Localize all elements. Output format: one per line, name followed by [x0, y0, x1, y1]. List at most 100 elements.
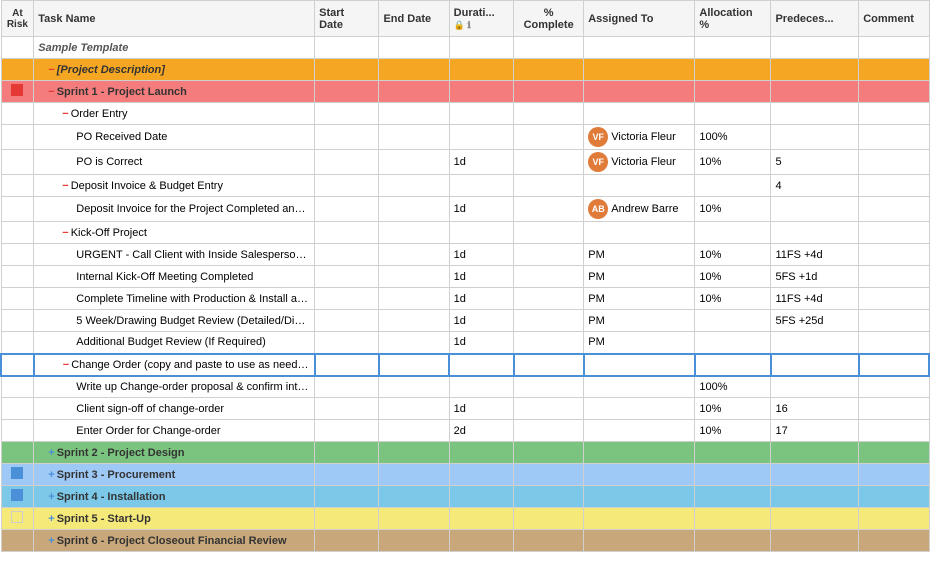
pred-cell — [771, 332, 859, 354]
avatar: VF — [588, 152, 608, 172]
end-date-cell — [379, 508, 449, 530]
task-name-cell[interactable]: −[Project Description] — [34, 59, 315, 81]
task-name-cell[interactable]: +Sprint 2 - Project Design — [34, 442, 315, 464]
start-date-cell — [315, 197, 379, 222]
task-name-cell[interactable]: Enter Order for Change-order — [34, 420, 315, 442]
alloc-cell — [695, 530, 771, 552]
collapse-btn[interactable]: − — [62, 227, 68, 239]
task-name-cell[interactable]: Additional Budget Review (If Required) — [34, 332, 315, 354]
task-name-cell[interactable]: Internal Kick-Off Meeting Completed — [34, 266, 315, 288]
end-date-cell — [379, 376, 449, 398]
flag-cell — [1, 354, 34, 376]
task-name-cell[interactable]: +Sprint 5 - Start-Up — [34, 508, 315, 530]
comment-cell — [859, 175, 929, 197]
end-date-cell — [379, 332, 449, 354]
end-date-cell — [379, 288, 449, 310]
table-row: Complete Timeline with Production & Inst… — [1, 288, 929, 310]
duration-cell: 1d — [449, 150, 513, 175]
assigned-cell: PM — [584, 266, 695, 288]
flag-cell — [1, 37, 34, 59]
col-header-at-risk: AtRisk — [1, 1, 34, 37]
assigned-cell — [584, 81, 695, 103]
table-row: +Sprint 5 - Start-Up — [1, 508, 929, 530]
comment-cell — [859, 222, 929, 244]
comment-cell — [859, 288, 929, 310]
pct-complete-cell — [514, 125, 584, 150]
expand-btn[interactable]: + — [48, 447, 54, 459]
end-date-cell — [379, 398, 449, 420]
task-name-cell[interactable]: +Sprint 3 - Procurement — [34, 464, 315, 486]
start-date-cell — [315, 37, 379, 59]
assigned-cell — [584, 398, 695, 420]
pct-complete-cell — [514, 37, 584, 59]
task-name-cell[interactable]: +Sprint 6 - Project Closeout Financial R… — [34, 530, 315, 552]
pct-complete-cell — [514, 354, 584, 376]
pred-cell — [771, 222, 859, 244]
task-name-cell[interactable]: Write up Change-order proposal & confirm… — [34, 376, 315, 398]
comment-cell — [859, 508, 929, 530]
expand-btn[interactable]: + — [48, 535, 54, 547]
comment-cell — [859, 197, 929, 222]
end-date-cell — [379, 354, 449, 376]
duration-cell — [449, 508, 513, 530]
task-name-cell[interactable]: −Kick-Off Project — [34, 222, 315, 244]
flag-cell — [1, 197, 34, 222]
collapse-btn[interactable]: − — [62, 180, 68, 192]
alloc-cell: 100% — [695, 376, 771, 398]
task-name-cell[interactable]: Client sign-off of change-order — [34, 398, 315, 420]
table-row: −Sprint 1 - Project Launch — [1, 81, 929, 103]
task-name-cell[interactable]: PO is Correct — [34, 150, 315, 175]
duration-cell: 1d — [449, 332, 513, 354]
col-header-pct: %Complete — [514, 1, 584, 37]
task-name-cell[interactable]: −Change Order (copy and paste to use as … — [34, 354, 315, 376]
flag-cell — [1, 150, 34, 175]
table-row: −Deposit Invoice & Budget Entry 4 — [1, 175, 929, 197]
end-date-cell — [379, 486, 449, 508]
expand-btn[interactable]: + — [48, 491, 54, 503]
flag-cell — [1, 530, 34, 552]
start-date-cell — [315, 442, 379, 464]
task-name-cell[interactable]: −Deposit Invoice & Budget Entry — [34, 175, 315, 197]
assigned-cell: ABAndrew Barre — [584, 197, 695, 222]
table-row: Internal Kick-Off Meeting Completed 1d P… — [1, 266, 929, 288]
start-date-cell — [315, 59, 379, 81]
collapse-btn[interactable]: − — [48, 64, 54, 76]
duration-cell — [449, 486, 513, 508]
assigned-cell: PM — [584, 244, 695, 266]
assigned-cell — [584, 442, 695, 464]
assigned-cell — [584, 354, 695, 376]
alloc-cell — [695, 59, 771, 81]
duration-cell: 1d — [449, 244, 513, 266]
task-name-cell[interactable]: −Order Entry — [34, 103, 315, 125]
task-name-cell[interactable]: PO Received Date — [34, 125, 315, 150]
flag-cell — [1, 442, 34, 464]
expand-btn[interactable]: + — [48, 513, 54, 525]
start-date-cell — [315, 464, 379, 486]
task-name-cell[interactable]: Deposit Invoice for the Project Complete… — [34, 197, 315, 222]
end-date-cell — [379, 175, 449, 197]
task-name-cell[interactable]: Complete Timeline with Production & Inst… — [34, 288, 315, 310]
start-date-cell — [315, 530, 379, 552]
assigned-cell — [584, 376, 695, 398]
duration-cell — [449, 103, 513, 125]
alloc-cell — [695, 508, 771, 530]
collapse-btn[interactable]: − — [63, 359, 69, 371]
assigned-cell — [584, 103, 695, 125]
pct-complete-cell — [514, 150, 584, 175]
collapse-btn[interactable]: − — [48, 86, 54, 98]
collapse-btn[interactable]: − — [62, 108, 68, 120]
start-date-cell — [315, 332, 379, 354]
comment-cell — [859, 376, 929, 398]
task-name-cell[interactable]: Sample Template — [34, 37, 315, 59]
table-row: Client sign-off of change-order 1d 10% 1… — [1, 398, 929, 420]
comment-cell — [859, 530, 929, 552]
comment-cell — [859, 37, 929, 59]
task-name-cell[interactable]: 5 Week/Drawing Budget Review (Detailed/D… — [34, 310, 315, 332]
expand-btn[interactable]: + — [48, 469, 54, 481]
alloc-cell: 100% — [695, 125, 771, 150]
task-name-cell[interactable]: URGENT - Call Client with Inside Salespe… — [34, 244, 315, 266]
task-name-cell[interactable]: −Sprint 1 - Project Launch — [34, 81, 315, 103]
assigned-cell — [584, 37, 695, 59]
flag-cell — [1, 175, 34, 197]
task-name-cell[interactable]: +Sprint 4 - Installation — [34, 486, 315, 508]
